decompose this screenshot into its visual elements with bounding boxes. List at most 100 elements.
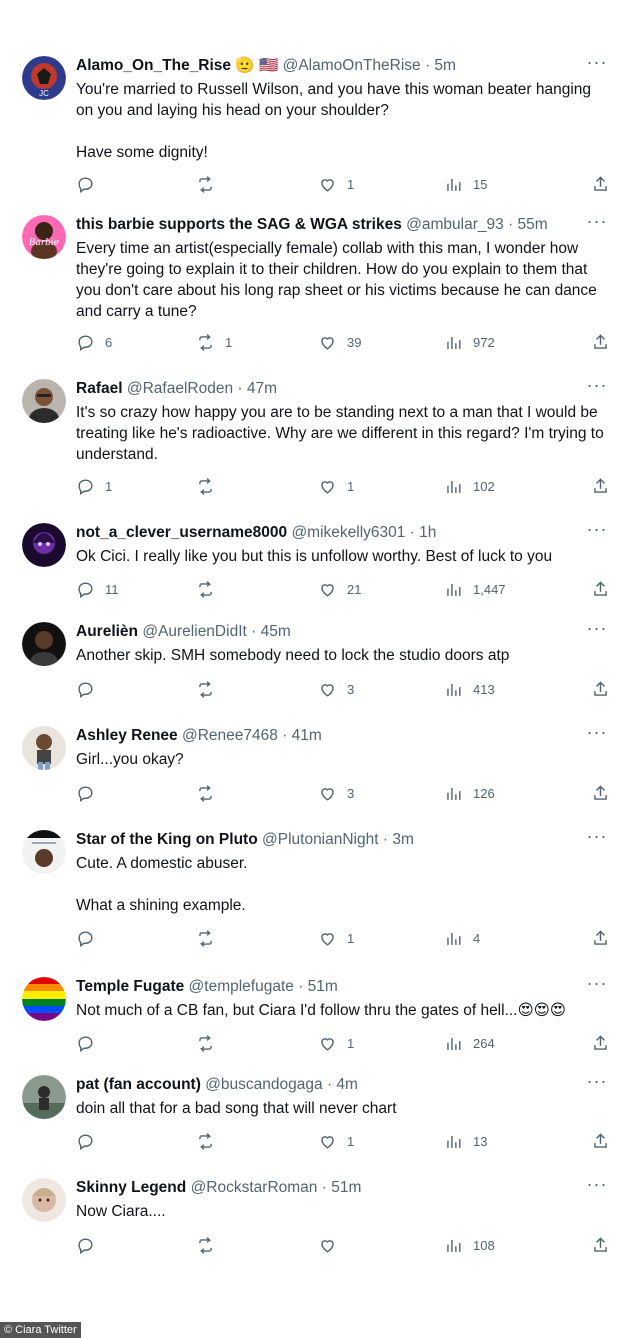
more-icon[interactable]: ··· bbox=[586, 1175, 608, 1198]
avatar[interactable] bbox=[22, 622, 66, 666]
retweet-button[interactable] bbox=[196, 782, 235, 804]
reply-button[interactable] bbox=[76, 927, 115, 949]
avatar[interactable] bbox=[22, 830, 66, 874]
timestamp[interactable]: · 47m bbox=[237, 380, 277, 397]
views-button[interactable]: 4 bbox=[444, 927, 483, 949]
share-button[interactable] bbox=[591, 678, 610, 700]
reply-button[interactable]: 6 bbox=[76, 331, 115, 353]
more-icon[interactable]: ··· bbox=[586, 723, 608, 746]
more-icon[interactable]: ··· bbox=[586, 974, 608, 997]
user-handle[interactable]: @AlamoOnTheRise bbox=[283, 57, 421, 74]
more-icon[interactable]: ··· bbox=[586, 619, 608, 642]
timestamp[interactable]: · 51m bbox=[298, 978, 338, 995]
user-handle[interactable]: @RafaelRoden bbox=[127, 380, 233, 397]
display-name[interactable]: Skinny Legend bbox=[76, 1179, 186, 1196]
display-name[interactable]: this barbie supports the SAG & WGA strik… bbox=[76, 216, 402, 233]
views-button[interactable]: 126 bbox=[444, 782, 495, 804]
timestamp[interactable]: · 1h bbox=[410, 524, 437, 541]
user-handle[interactable]: @Renee7468 bbox=[182, 727, 278, 744]
reply-button[interactable] bbox=[76, 782, 115, 804]
reply-button[interactable] bbox=[76, 678, 115, 700]
like-button[interactable]: 21 bbox=[318, 578, 361, 600]
display-name[interactable]: pat (fan account) bbox=[76, 1076, 201, 1093]
share-button[interactable] bbox=[591, 578, 610, 600]
reply-button[interactable] bbox=[76, 173, 115, 195]
avatar[interactable] bbox=[22, 977, 66, 1021]
retweet-button[interactable] bbox=[196, 475, 235, 497]
timestamp[interactable]: · 51m bbox=[322, 1179, 362, 1196]
avatar[interactable]: Barbie bbox=[22, 215, 66, 259]
more-icon[interactable]: ··· bbox=[586, 1072, 608, 1095]
retweet-button[interactable]: 1 bbox=[196, 331, 235, 353]
reply-button[interactable] bbox=[76, 1234, 115, 1256]
like-button[interactable]: 1 bbox=[318, 1130, 357, 1152]
more-icon[interactable]: ··· bbox=[586, 212, 608, 235]
display-name[interactable]: Temple Fugate bbox=[76, 978, 184, 995]
avatar[interactable]: JC bbox=[22, 56, 66, 100]
share-button[interactable] bbox=[591, 1130, 610, 1152]
share-button[interactable] bbox=[591, 475, 610, 497]
like-button[interactable] bbox=[318, 1234, 357, 1256]
timestamp[interactable]: · 45m bbox=[251, 623, 291, 640]
retweet-button[interactable] bbox=[196, 678, 235, 700]
retweet-button[interactable] bbox=[196, 1130, 235, 1152]
user-handle[interactable]: @PlutonianNight bbox=[262, 831, 379, 848]
like-button[interactable]: 39 bbox=[318, 331, 361, 353]
user-handle[interactable]: @ambular_93 bbox=[406, 216, 504, 233]
share-button[interactable] bbox=[591, 1032, 610, 1054]
reply-button[interactable] bbox=[76, 1130, 115, 1152]
views-button[interactable]: 413 bbox=[444, 678, 495, 700]
more-icon[interactable]: ··· bbox=[586, 827, 608, 850]
retweet-button[interactable] bbox=[196, 173, 235, 195]
timestamp[interactable]: · 5m bbox=[425, 57, 456, 74]
share-button[interactable] bbox=[591, 173, 610, 195]
reply-button[interactable] bbox=[76, 1032, 115, 1054]
retweet-button[interactable] bbox=[196, 1032, 235, 1054]
views-button[interactable]: 1,447 bbox=[444, 578, 506, 600]
share-button[interactable] bbox=[591, 927, 610, 949]
like-button[interactable]: 1 bbox=[318, 1032, 357, 1054]
like-button[interactable]: 1 bbox=[318, 927, 357, 949]
like-button[interactable]: 1 bbox=[318, 475, 357, 497]
avatar[interactable] bbox=[22, 1178, 66, 1222]
views-button[interactable]: 13 bbox=[444, 1130, 487, 1152]
user-handle[interactable]: @mikekelly6301 bbox=[291, 524, 405, 541]
display-name[interactable]: Aurelièn bbox=[76, 623, 138, 640]
views-button[interactable]: 972 bbox=[444, 331, 495, 353]
retweet-button[interactable] bbox=[196, 578, 235, 600]
avatar[interactable] bbox=[22, 1075, 66, 1119]
like-button[interactable]: 1 bbox=[318, 173, 357, 195]
avatar[interactable] bbox=[22, 523, 66, 567]
retweet-button[interactable] bbox=[196, 1234, 235, 1256]
user-handle[interactable]: @buscandogaga bbox=[205, 1076, 322, 1093]
timestamp[interactable]: · 55m bbox=[508, 216, 548, 233]
avatar[interactable] bbox=[22, 726, 66, 770]
user-handle[interactable]: @RockstarRoman bbox=[191, 1179, 318, 1196]
display-name[interactable]: Alamo_On_The_Rise bbox=[76, 57, 231, 74]
views-button[interactable]: 108 bbox=[444, 1234, 495, 1256]
share-button[interactable] bbox=[591, 331, 610, 353]
display-name[interactable]: Rafael bbox=[76, 380, 123, 397]
retweet-button[interactable] bbox=[196, 927, 235, 949]
display-name[interactable]: Star of the King on Pluto bbox=[76, 831, 258, 848]
timestamp[interactable]: · 4m bbox=[327, 1076, 358, 1093]
share-button[interactable] bbox=[591, 1234, 610, 1256]
views-button[interactable]: 15 bbox=[444, 173, 487, 195]
like-button[interactable]: 3 bbox=[318, 782, 357, 804]
user-handle[interactable]: @AurelienDidIt bbox=[142, 623, 246, 640]
like-button[interactable]: 3 bbox=[318, 678, 357, 700]
reply-button[interactable]: 11 bbox=[76, 578, 119, 600]
timestamp[interactable]: · 41m bbox=[282, 727, 322, 744]
views-button[interactable]: 264 bbox=[444, 1032, 495, 1054]
display-name[interactable]: not_a_clever_username8000 bbox=[76, 524, 287, 541]
avatar[interactable] bbox=[22, 379, 66, 423]
display-name[interactable]: Ashley Renee bbox=[76, 727, 178, 744]
share-button[interactable] bbox=[591, 782, 610, 804]
more-icon[interactable]: ··· bbox=[586, 53, 608, 76]
reply-button[interactable]: 1 bbox=[76, 475, 115, 497]
user-handle[interactable]: @templefugate bbox=[189, 978, 294, 995]
views-button[interactable]: 102 bbox=[444, 475, 495, 497]
more-icon[interactable]: ··· bbox=[586, 520, 608, 543]
timestamp[interactable]: · 3m bbox=[383, 831, 414, 848]
more-icon[interactable]: ··· bbox=[586, 376, 608, 399]
